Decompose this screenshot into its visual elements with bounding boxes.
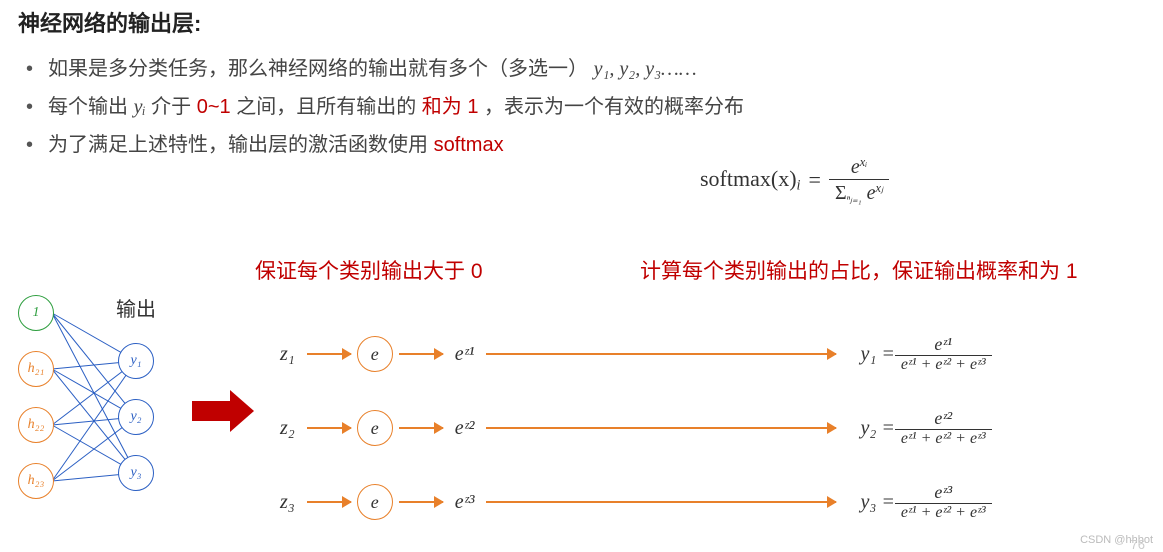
arrow-icon — [307, 427, 351, 429]
page-title: 神经网络的输出层: — [0, 0, 1163, 38]
b2-d: ，表示为一个有效的概率分布 — [484, 96, 744, 118]
b2-a: 每个输出 — [48, 96, 134, 118]
ez-label: eᶻ¹ — [455, 343, 475, 366]
ez-label: eᶻ² — [455, 417, 475, 440]
bias-node: 1 — [18, 295, 54, 331]
y-node-2: y₂ — [118, 399, 154, 435]
arrow-icon — [399, 427, 443, 429]
b2-range: 0~1 — [197, 96, 231, 118]
y-frac: eᶻ³ eᶻ¹ + eᶻ² + eᶻ³ — [895, 482, 992, 522]
arrow-icon — [399, 501, 443, 503]
z-label: z₂ — [280, 417, 295, 440]
arrow-icon — [486, 501, 836, 503]
bullet-1: 如果是多分类任务，那么神经网络的输出就有多个（多选一） y₁, y₂, y₃…… — [26, 50, 1163, 88]
sm-frac: exᵢ Σⁿⱼ₌₁ exⱼ — [829, 155, 889, 205]
sm-eq: = — [809, 167, 821, 193]
annotation-nonneg: 保证每个类别输出大于 0 — [255, 255, 483, 285]
b1-y: y₁, y₂, y₃…… — [594, 58, 697, 80]
arrow-icon — [399, 353, 443, 355]
h-node-1: h₂₁ — [18, 351, 54, 387]
y-frac: eᶻ² eᶻ¹ + eᶻ² + eᶻ³ — [895, 408, 992, 448]
exp-node: e — [357, 484, 393, 520]
h-node-2: h₂₂ — [18, 407, 54, 443]
bullet-2: 每个输出 yᵢ 介于 0~1 之间，且所有输出的 和为 1 ，表示为一个有效的概… — [26, 88, 1163, 126]
exp-node: e — [357, 410, 393, 446]
b2-b: 介于 — [151, 96, 197, 118]
y-eq: y₁ = — [860, 343, 894, 366]
ez-label: eᶻ³ — [455, 491, 475, 514]
softmax-row-1: z₁ e eᶻ¹ y₁ = eᶻ¹ eᶻ¹ + eᶻ² + eᶻ³ — [280, 317, 1150, 391]
b2-yi: yᵢ — [134, 96, 146, 118]
arrow-icon — [486, 353, 836, 355]
y-eq: y₂ = — [860, 417, 894, 440]
y-node-1: y₁ — [118, 343, 154, 379]
annotation-normalize: 计算每个类别输出的占比，保证输出概率和为 1 — [640, 255, 1078, 285]
network-diagram: 输出 1 h₂₁ h₂₂ h₂₃ y₁ y₂ y₃ — [18, 295, 188, 535]
arrow-icon — [307, 353, 351, 355]
exp-node: e — [357, 336, 393, 372]
sm-lhs: softmax(x)i — [700, 166, 801, 195]
z-label: z₁ — [280, 343, 295, 366]
b2-sum: 和为 1 — [422, 96, 479, 118]
b3-a: 为了满足上述特性，输出层的激活函数使用 — [48, 134, 434, 156]
z-label: z₃ — [280, 491, 295, 514]
output-label: 输出 — [116, 293, 156, 322]
y-eq: y₃ = — [860, 491, 894, 514]
bullet-list: 如果是多分类任务，那么神经网络的输出就有多个（多选一） y₁, y₂, y₃……… — [0, 38, 1163, 164]
softmax-row-2: z₂ e eᶻ² y₂ = eᶻ² eᶻ¹ + eᶻ² + eᶻ³ — [280, 391, 1150, 465]
y-node-3: y₃ — [118, 455, 154, 491]
bullet-3: 为了满足上述特性，输出层的激活函数使用 softmax — [26, 126, 1163, 164]
softmax-row-3: z₃ e eᶻ³ y₃ = eᶻ³ eᶻ¹ + eᶻ² + eᶻ³ — [280, 465, 1150, 539]
arrow-icon — [486, 427, 836, 429]
b1-text: 如果是多分类任务，那么神经网络的输出就有多个（多选一） — [48, 58, 594, 80]
b3-sm: softmax — [434, 134, 504, 156]
y-frac: eᶻ¹ eᶻ¹ + eᶻ² + eᶻ³ — [895, 334, 992, 374]
h-node-3: h₂₃ — [18, 463, 54, 499]
big-arrow-icon — [192, 390, 254, 432]
softmax-rows: z₁ e eᶻ¹ y₁ = eᶻ¹ eᶻ¹ + eᶻ² + eᶻ³ z₂ e e… — [280, 317, 1150, 539]
b2-c: 之间，且所有输出的 — [236, 96, 416, 118]
softmax-formula: softmax(x)i = exᵢ Σⁿⱼ₌₁ exⱼ — [700, 155, 889, 205]
arrow-icon — [307, 501, 351, 503]
